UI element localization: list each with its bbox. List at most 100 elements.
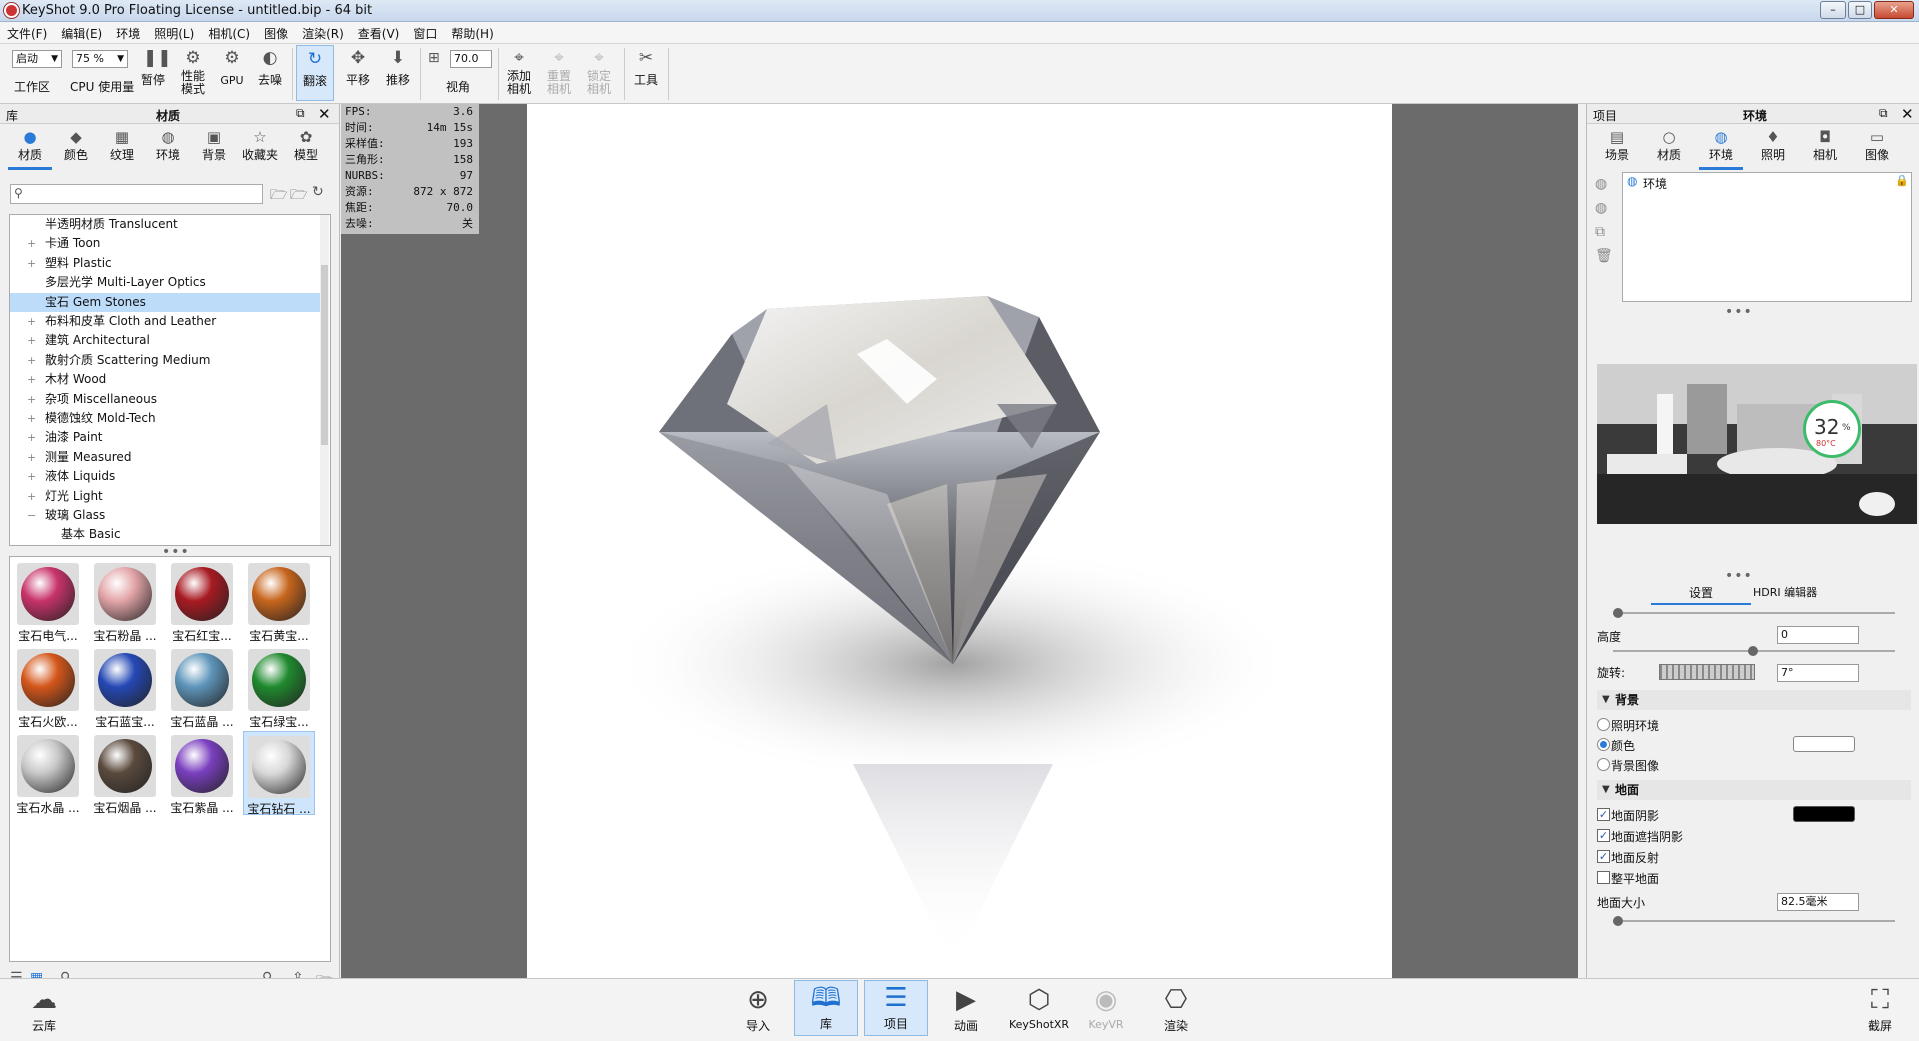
ground-shadow-color-swatch[interactable]: [1793, 806, 1855, 822]
material-tree-row[interactable]: + 液体 Liquids: [10, 467, 320, 486]
render-viewport[interactable]: FPS: 3.6 时间: 14m 15s 采样值: 193 三角形: 158 NURBS: 97 资…: [341, 104, 1578, 978]
material-tree-row[interactable]: + 木材 Wood: [10, 370, 320, 389]
material-thumbnail[interactable]: 宝石电气...: [12, 559, 84, 643]
material-thumbnail[interactable]: 宝石粉晶 ...: [89, 559, 161, 643]
material-thumbnail[interactable]: 宝石绿宝...: [243, 645, 315, 729]
keyshotxr-button[interactable]: ⬡ KeyShotXR: [1004, 983, 1074, 1031]
import-button[interactable]: ⊕ 导入: [726, 983, 790, 1034]
library-button[interactable]: 🕮 库: [794, 980, 858, 1036]
keyvr-button[interactable]: ◉ KeyVR: [1074, 983, 1138, 1031]
menu-help[interactable]: 帮助(H): [444, 22, 500, 45]
workspace-select[interactable]: 启动 ▼: [12, 50, 62, 68]
menu-image[interactable]: 图像: [257, 22, 295, 45]
material-tree-row[interactable]: + 测量 Measured: [10, 448, 320, 467]
render-image[interactable]: [527, 104, 1392, 978]
cpu-usage-select[interactable]: 75 % ▼: [72, 50, 128, 68]
close-icon[interactable]: ✕: [1874, 1, 1914, 19]
tree-expander-icon[interactable]: +: [27, 254, 36, 273]
material-tree-row[interactable]: + 建筑 Architectural: [10, 331, 320, 350]
material-tree-row[interactable]: + 散射介质 Scattering Medium: [10, 351, 320, 370]
minimize-icon[interactable]: –: [1820, 1, 1846, 19]
project-tab-scene[interactable]: ▤ 场景: [1595, 128, 1639, 163]
float-panel-icon[interactable]: ⧉: [296, 106, 305, 121]
bg-color-radio[interactable]: [1597, 738, 1610, 751]
rotation-wheel[interactable]: [1659, 664, 1755, 680]
library-tab-material[interactable]: ● 材质: [8, 128, 52, 170]
project-tab-image[interactable]: ▭ 图像: [1855, 128, 1899, 163]
menu-lighting[interactable]: 照明(L): [147, 22, 201, 45]
tree-expander-icon[interactable]: +: [27, 351, 36, 370]
performance-mode-button[interactable]: ⚙ 性能 模式: [176, 48, 210, 96]
material-thumbnail[interactable]: 宝石黄宝...: [243, 559, 315, 643]
tumble-button[interactable]: ↻ 翻滚: [296, 45, 334, 101]
library-tab-background[interactable]: ▣ 背景: [192, 128, 236, 163]
maximize-icon[interactable]: □: [1848, 1, 1872, 19]
project-tab-lighting[interactable]: ♦ 照明: [1751, 128, 1795, 163]
material-tree-row[interactable]: 多层光学 Multi-Layer Optics: [10, 273, 320, 292]
height-slider[interactable]: [1613, 646, 1895, 656]
ground-size-input[interactable]: 82.5毫米: [1777, 893, 1859, 911]
tree-expander-icon[interactable]: +: [27, 234, 36, 253]
tree-expander-icon[interactable]: −: [27, 506, 36, 525]
splitter-handle-icon[interactable]: •••: [1725, 304, 1753, 320]
library-tab-favorites[interactable]: ☆ 收藏夹: [238, 128, 282, 163]
menu-file[interactable]: 文件(F): [0, 22, 54, 45]
tree-expander-icon[interactable]: +: [27, 487, 36, 506]
subtab-hdri-editor[interactable]: HDRI 编辑器: [1753, 584, 1817, 600]
menu-view[interactable]: 查看(V): [351, 22, 407, 45]
pan-button[interactable]: ✥ 平移: [342, 48, 374, 87]
open-folder-alt-icon[interactable]: 🗁: [290, 184, 307, 208]
splitter-handle-icon[interactable]: •••: [1725, 568, 1753, 584]
gpu-button[interactable]: ⚙ GPU: [218, 48, 246, 87]
material-search-input[interactable]: ⚲: [10, 184, 263, 204]
tools-button[interactable]: ✂ 工具: [630, 48, 662, 87]
material-tree-row[interactable]: + 塑料 Plastic: [10, 254, 320, 273]
project-button[interactable]: ☰ 项目: [864, 980, 928, 1036]
tree-expander-icon[interactable]: +: [27, 370, 36, 389]
height-input[interactable]: 0: [1777, 626, 1859, 644]
menu-camera[interactable]: 相机(C): [201, 22, 257, 45]
reset-camera-button[interactable]: ⌖ 重置 相机: [544, 48, 574, 96]
material-tree-row[interactable]: + 卡通 Toon: [10, 234, 320, 253]
project-tab-material[interactable]: ○ 材质: [1647, 128, 1691, 163]
close-panel-icon[interactable]: ✕: [1901, 105, 1914, 123]
flatten-ground-checkbox[interactable]: [1597, 871, 1610, 884]
bg-lighting-env-radio[interactable]: [1597, 718, 1610, 731]
top-slider[interactable]: [1613, 608, 1895, 618]
tree-scrollbar[interactable]: [320, 215, 329, 545]
material-tree-row[interactable]: − 玻璃 Glass: [10, 506, 320, 525]
ground-occlusion-checkbox[interactable]: ✓: [1597, 829, 1610, 842]
push-button[interactable]: ⬇ 推移: [382, 48, 414, 87]
slider-knob[interactable]: [1613, 608, 1623, 618]
project-tab-environment[interactable]: ◍ 环境: [1699, 128, 1743, 170]
animation-button[interactable]: ▶ 动画: [934, 983, 998, 1034]
cloud-library-button[interactable]: ☁ 云库: [12, 983, 76, 1034]
material-tree-row[interactable]: 基本 Basic: [10, 525, 320, 544]
library-tab-color[interactable]: ◆ 颜色: [54, 128, 98, 163]
menu-edit[interactable]: 编辑(E): [54, 22, 109, 45]
add-environment-icon[interactable]: ◍: [1595, 176, 1607, 192]
rotation-input[interactable]: 7°: [1777, 664, 1859, 682]
bg-color-swatch[interactable]: [1793, 736, 1855, 752]
project-tab-camera[interactable]: ◘ 相机: [1803, 128, 1847, 163]
ground-shadow-checkbox[interactable]: ✓: [1597, 808, 1610, 821]
material-thumbnail[interactable]: 宝石钻石 ...: [243, 731, 315, 816]
tree-expander-icon[interactable]: +: [27, 390, 36, 409]
lock-icon[interactable]: 🔒: [1895, 174, 1909, 187]
add-camera-button[interactable]: ⌖ 添加 相机: [504, 48, 534, 96]
material-tree-row[interactable]: 宝石 Gem Stones: [10, 292, 320, 312]
material-thumbnail[interactable]: 宝石蓝晶 ...: [166, 645, 238, 729]
slider-knob[interactable]: [1748, 646, 1758, 656]
library-tab-model[interactable]: ✿ 模型: [284, 128, 328, 163]
ground-size-slider[interactable]: [1613, 916, 1895, 926]
open-folder-icon[interactable]: 🗁: [270, 184, 287, 208]
copy-environment-icon[interactable]: ⧉: [1595, 224, 1605, 240]
duplicate-environment-icon[interactable]: ◍: [1595, 200, 1607, 216]
hdri-preview[interactable]: 32 % 80°C: [1597, 364, 1917, 524]
material-thumbnail[interactable]: 宝石红宝...: [166, 559, 238, 643]
tree-expander-icon[interactable]: +: [27, 428, 36, 447]
bg-image-radio[interactable]: [1597, 758, 1610, 771]
material-thumbnail[interactable]: 宝石水晶 ...: [12, 731, 84, 815]
menu-environment[interactable]: 环境: [109, 22, 147, 45]
menu-render[interactable]: 渲染(R): [295, 22, 351, 45]
